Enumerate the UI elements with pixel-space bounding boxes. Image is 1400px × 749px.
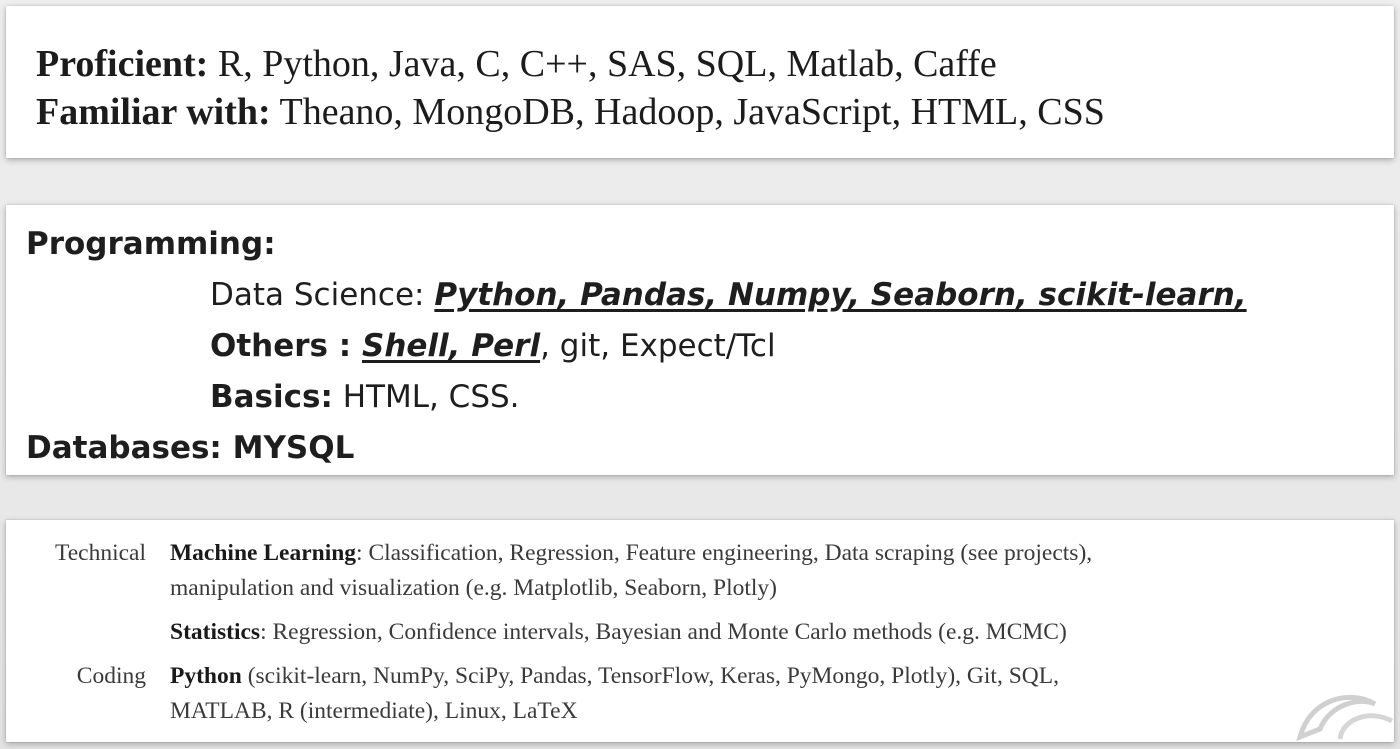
skills-panel-programming: Programming: Data Science: Python, Panda… bbox=[6, 205, 1394, 475]
stats-label: Statistics bbox=[170, 619, 261, 645]
technical-row: Technical Machine Learning: Classificati… bbox=[6, 536, 1394, 606]
data-science-separator: : bbox=[414, 277, 435, 313]
basics-line: Basics: HTML, CSS. bbox=[26, 372, 1394, 423]
python-text-1: (scikit-learn, NumPy, SciPy, Pandas, Ten… bbox=[241, 663, 1059, 689]
familiar-line: Familiar with: Theano, MongoDB, Hadoop, … bbox=[36, 88, 1394, 136]
familiar-label: Familiar with: bbox=[36, 91, 271, 133]
familiar-items: Theano, MongoDB, Hadoop, JavaScript, HTM… bbox=[270, 91, 1105, 133]
databases-label: Databases: MYSQL bbox=[26, 430, 355, 466]
skills-panel-proficient: Proficient: R, Python, Java, C, C++, SAS… bbox=[6, 6, 1394, 158]
basics-items: HTML, CSS. bbox=[332, 379, 520, 415]
python-line-1: Python (scikit-learn, NumPy, SciPy, Pand… bbox=[170, 659, 1394, 694]
python-label: Python bbox=[170, 663, 242, 689]
technical-content: Machine Learning: Classification, Regres… bbox=[170, 536, 1394, 606]
data-science-items: Python, Pandas, Numpy, Seaborn, scikit-l… bbox=[434, 277, 1247, 313]
data-science-line: Data Science: Python, Pandas, Numpy, Sea… bbox=[26, 270, 1394, 321]
statistics-content: Statistics: Regression, Confidence inter… bbox=[170, 615, 1394, 650]
ml-text-1: : Classification, Regression, Feature en… bbox=[356, 540, 1093, 566]
coding-row: Coding Python (scikit-learn, NumPy, SciP… bbox=[6, 659, 1394, 729]
technical-label: Technical bbox=[55, 540, 146, 566]
databases-line: Databases: MYSQL bbox=[26, 423, 1394, 474]
programming-heading: Programming: bbox=[26, 219, 1394, 270]
basics-label: Basics: bbox=[210, 379, 333, 415]
ml-label: Machine Learning bbox=[170, 540, 357, 566]
others-line: Others : Shell, Perl, git, Expect/Tcl bbox=[26, 321, 1394, 372]
proficient-label: Proficient: bbox=[36, 43, 209, 85]
others-label: Others : bbox=[210, 328, 362, 364]
others-items: , git, Expect/Tcl bbox=[540, 328, 776, 364]
ml-line-1: Machine Learning: Classification, Regres… bbox=[170, 536, 1394, 571]
ml-line-2: manipulation and visualization (e.g. Mat… bbox=[170, 575, 777, 601]
statistics-row: Statistics: Regression, Confidence inter… bbox=[6, 615, 1394, 650]
python-line-2: MATLAB, R (intermediate), Linux, LaTeX bbox=[170, 698, 578, 724]
stats-text: : Regression, Confidence intervals, Baye… bbox=[260, 619, 1067, 645]
proficient-line: Proficient: R, Python, Java, C, C++, SAS… bbox=[36, 40, 1394, 88]
programming-label: Programming: bbox=[26, 226, 276, 262]
coding-content: Python (scikit-learn, NumPy, SciPy, Pand… bbox=[170, 659, 1394, 729]
statistics-row-spacer bbox=[6, 615, 170, 650]
skills-panel-technical: Technical Machine Learning: Classificati… bbox=[6, 520, 1394, 742]
others-emphasized-items: Shell, Perl bbox=[362, 328, 541, 364]
proficient-items: R, Python, Java, C, C++, SAS, SQL, Matla… bbox=[208, 43, 997, 85]
data-science-label: Data Science bbox=[210, 277, 415, 313]
stats-line: Statistics: Regression, Confidence inter… bbox=[170, 615, 1394, 650]
coding-label: Coding bbox=[76, 663, 146, 689]
